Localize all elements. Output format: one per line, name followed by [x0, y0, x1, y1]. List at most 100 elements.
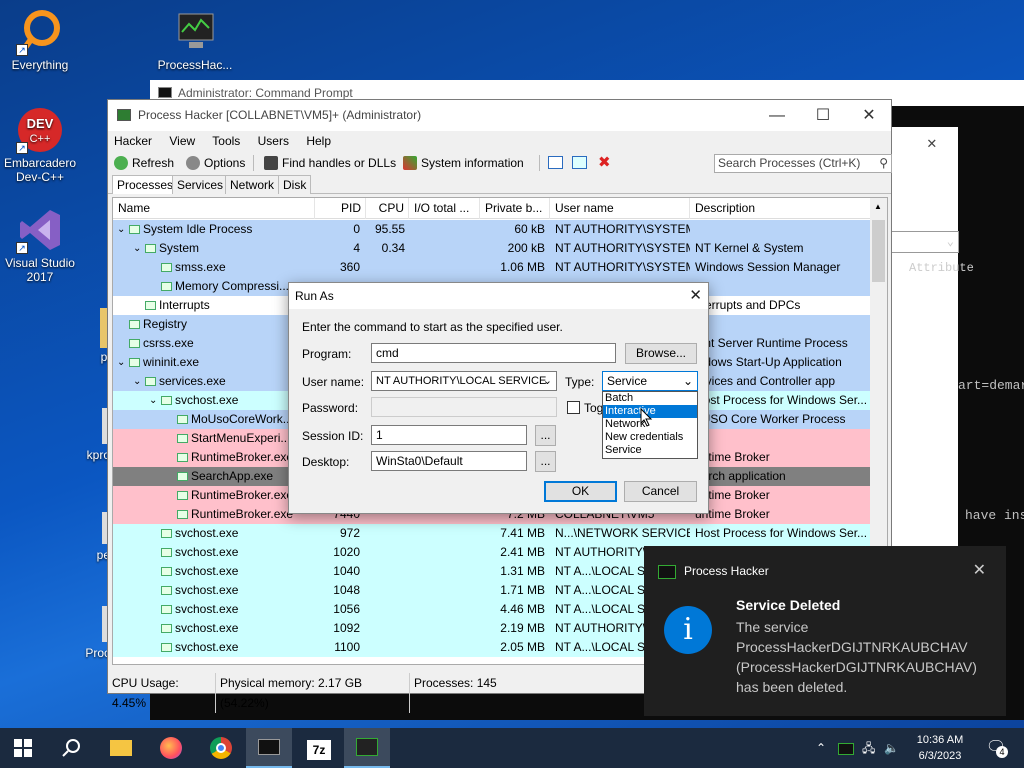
col-cpu[interactable]: CPU	[366, 198, 409, 219]
scroll-up-icon[interactable]: ▲	[874, 202, 882, 211]
taskbar-process-hacker[interactable]	[344, 728, 390, 768]
process-private-bytes: 1.31 MB	[500, 564, 545, 578]
desktop-icon-label: Visual Studio 2017	[5, 256, 75, 284]
action-center-button[interactable]: 🗨 4	[984, 728, 1008, 768]
col-description[interactable]: Description	[690, 198, 871, 219]
tab-network[interactable]: Network	[225, 175, 280, 194]
terminate-icon[interactable]: ✖	[598, 153, 611, 171]
desktop-icon-proc[interactable]: Proc	[60, 606, 112, 660]
desktop-icon-pl[interactable]: pl	[60, 308, 112, 364]
gear-icon	[186, 156, 200, 170]
table-row[interactable]: ⌄ System 4 0.34 200 kB NT AUTHORITY\SYSTEM NT …	[113, 239, 871, 258]
firefox-icon	[160, 737, 182, 759]
menu-users[interactable]: Users	[258, 134, 289, 148]
system-information-button[interactable]: System information	[401, 154, 524, 172]
search-button[interactable]	[48, 728, 94, 768]
expand-icon[interactable]: ⌄	[117, 220, 125, 239]
type-option-batch[interactable]: Batch	[603, 392, 697, 405]
desktop-icon-pe[interactable]: pe	[60, 512, 112, 562]
type-combo[interactable]: Service ⌄	[602, 371, 698, 391]
visual-studio-icon: ↗	[16, 206, 64, 254]
network-icon[interactable]: 🖧	[862, 728, 875, 768]
browse-button[interactable]: Browse...	[625, 343, 697, 364]
process-icon	[161, 258, 176, 277]
username-combo[interactable]: NT AUTHORITY\LOCAL SERVICE ⌄	[371, 371, 557, 391]
expand-icon[interactable]: ⌄	[117, 353, 125, 372]
table-row[interactable]: svchost.exe 972 7.41 MB N...\NETWORK SERVIC…	[113, 524, 871, 543]
process-description: untime Broker	[695, 488, 770, 502]
expand-icon[interactable]: ⌄	[133, 239, 141, 258]
window-icon[interactable]	[548, 156, 563, 169]
cancel-button[interactable]: Cancel	[624, 481, 697, 502]
tab-processes[interactable]: Processes	[112, 175, 179, 194]
desktop-icon-label: pe	[96, 548, 110, 562]
volume-icon[interactable]: 🔈	[884, 728, 899, 768]
expand-icon[interactable]: ⌄	[149, 391, 157, 410]
ph-titlebar[interactable]: Process Hacker [COLLABNET\VM5]+ (Adminis…	[108, 100, 891, 131]
process-description: NT Kernel & System	[695, 241, 804, 255]
close-icon[interactable]: ✕	[973, 560, 986, 580]
close-icon[interactable]: ✕	[689, 283, 702, 309]
find-handles-button[interactable]: Find handles or DLLs	[262, 154, 396, 172]
session-id-input[interactable]: 1	[371, 425, 527, 445]
desktop-browse-button[interactable]: ...	[535, 451, 556, 472]
find-window-icon[interactable]	[572, 156, 587, 169]
taskbar-chrome[interactable]	[198, 728, 244, 768]
type-option-new-credentials[interactable]: New credentials	[603, 431, 697, 444]
process-description: Windows Session Manager	[695, 260, 841, 274]
toggle-checkbox[interactable]	[567, 401, 580, 414]
password-input[interactable]	[371, 397, 557, 417]
maximize-button[interactable]: ☐	[800, 100, 846, 131]
ok-button[interactable]: OK	[544, 481, 617, 502]
session-browse-button[interactable]: ...	[535, 425, 556, 446]
process-hacker-icon	[117, 109, 131, 121]
col-user[interactable]: User name	[550, 198, 690, 219]
search-input[interactable]: Search Processes (Ctrl+K) ⚲	[714, 154, 892, 173]
chrome-icon	[210, 737, 232, 759]
process-description: earch application	[695, 469, 786, 483]
toast-notification[interactable]: Process Hacker ✕ i Service Deleted The s…	[644, 546, 1006, 716]
desktop-icon-visualstudio[interactable]: ↗ Visual Studio 2017	[0, 206, 80, 284]
col-private[interactable]: Private b...	[480, 198, 550, 219]
process-name: System	[159, 241, 200, 255]
col-io[interactable]: I/O total ...	[409, 198, 480, 219]
process-hacker-tray-icon[interactable]	[838, 728, 854, 768]
table-row[interactable]: smss.exe 360 1.06 MB NT AUTHORITY\SYSTEM Win…	[113, 258, 871, 277]
dialog-titlebar[interactable]: Run As ✕	[289, 283, 708, 309]
taskbar-7zip[interactable]: 7z	[296, 728, 342, 768]
close-icon[interactable]: ✕	[927, 133, 937, 153]
type-option-service[interactable]: Service	[603, 444, 697, 457]
desktop-input[interactable]: WinSta0\Default	[371, 451, 527, 471]
menu-hacker[interactable]: Hacker	[114, 134, 152, 148]
program-input[interactable]: cmd	[371, 343, 616, 363]
expand-icon[interactable]: ⌄	[133, 372, 141, 391]
desktop-icon-kpro[interactable]: kpro	[60, 408, 112, 462]
show-hidden-icons[interactable]: ⌃	[816, 728, 826, 768]
tab-services[interactable]: Services	[172, 175, 229, 194]
menu-view[interactable]: View	[169, 134, 195, 148]
desktop-icon-processhacker[interactable]: ProcessHac...	[155, 8, 235, 72]
desktop-icon-everything[interactable]: ↗ Everything	[0, 8, 80, 72]
process-pid: 1100	[334, 640, 360, 654]
clock[interactable]: 10:36 AM 6/3/2023	[905, 732, 975, 764]
start-button[interactable]	[0, 728, 46, 768]
refresh-button[interactable]: Refresh	[112, 154, 174, 172]
col-name[interactable]: Name	[113, 198, 315, 219]
options-button[interactable]: Options	[184, 154, 245, 172]
minimize-button[interactable]: —	[754, 100, 800, 131]
table-row[interactable]: ⌄ System Idle Process 0 95.55 60 kB NT AUTHOR…	[113, 220, 871, 239]
taskbar-firefox[interactable]	[148, 728, 194, 768]
taskbar-file-explorer[interactable]	[98, 728, 144, 768]
panel-dropdown[interactable]: ⌄	[891, 231, 959, 253]
tab-disk[interactable]: Disk	[278, 175, 312, 194]
menu-tools[interactable]: Tools	[212, 134, 240, 148]
menu-help[interactable]: Help	[306, 134, 331, 148]
taskbar-cmd[interactable]	[246, 728, 292, 768]
scroll-thumb[interactable]	[872, 220, 885, 282]
process-pid: 4	[353, 241, 360, 255]
process-icon	[177, 448, 192, 467]
desktop-icon-devcpp[interactable]: DEV C++ ↗ Embarcadero Dev-C++	[0, 106, 80, 184]
col-pid[interactable]: PID	[315, 198, 366, 219]
close-button[interactable]: ✕	[846, 100, 892, 131]
menu-bar: Hacker View Tools Users Help	[108, 131, 891, 151]
